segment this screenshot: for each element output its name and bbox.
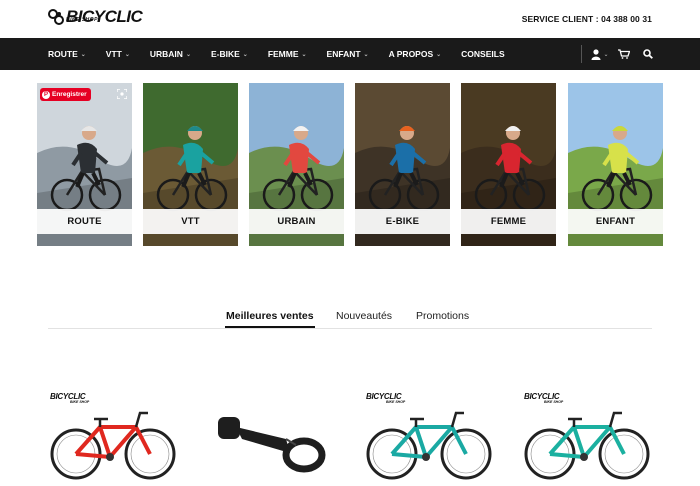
chevron-down-icon: ⌄: [301, 51, 307, 58]
category-tile-enfant[interactable]: ENFANT: [568, 83, 663, 246]
nav-item-label: A PROPOS: [388, 49, 434, 59]
visual-search-icon[interactable]: [117, 89, 127, 99]
category-tile-e-bike[interactable]: E-BIKE: [355, 83, 450, 246]
product-card[interactable]: BICYCLIC BIKE SHOP: [364, 385, 494, 486]
category-tile-urbain[interactable]: URBAIN: [249, 83, 344, 246]
pinterest-icon: P: [42, 90, 50, 99]
category-tile-vtt[interactable]: VTT: [143, 83, 238, 246]
nav-item-label: E-BIKE: [210, 49, 240, 59]
chevron-down-icon: ⌄: [185, 51, 191, 58]
tab-meilleures-ventes[interactable]: Meilleures ventes: [226, 310, 314, 322]
site-header: BICYCLIC BIKE SHOP SERVICE CLIENT : 04 3…: [0, 0, 700, 38]
chevron-down-icon: ⌄: [603, 51, 609, 58]
product-card[interactable]: BICYCLIC BIKE SHOP: [48, 385, 178, 486]
nav-item-enfant[interactable]: ENFANT ⌄: [317, 38, 379, 70]
category-label: URBAIN: [249, 209, 344, 234]
main-navigation: ROUTE ⌄ VTT ⌄ URBAIN ⌄ E-BIKE ⌄ FEMME ⌄ ENFANT ⌄ A P…: [0, 38, 700, 70]
pinterest-save-label: Enregistrer: [52, 91, 87, 98]
customer-service-phone[interactable]: SERVICE CLIENT : 04 388 00 31: [522, 14, 652, 24]
category-tiles: ROUTE P Enregistrer VTT URBAIN E-BIKE FEMME ENF…: [37, 83, 663, 246]
tab-nouveautés[interactable]: Nouveautés: [336, 310, 392, 322]
chevron-down-icon: ⌄: [436, 51, 442, 58]
chevron-down-icon: ⌄: [242, 51, 248, 58]
nav-item-route[interactable]: ROUTE ⌄: [38, 38, 96, 70]
logo-subtitle: BIKE SHOP: [66, 17, 99, 23]
nav-item-vtt[interactable]: VTT ⌄: [96, 38, 140, 70]
product-image: [366, 411, 492, 480]
chevron-down-icon: ⌄: [363, 51, 369, 58]
nav-item-a-propos[interactable]: A PROPOS ⌄: [379, 38, 452, 70]
pinterest-save-button[interactable]: P Enregistrer: [40, 88, 91, 101]
nav-item-label: ENFANT: [326, 49, 361, 59]
product-image: [524, 411, 650, 480]
nav-item-label: FEMME: [267, 49, 299, 59]
nav-item-urbain[interactable]: URBAIN ⌄: [140, 38, 201, 70]
category-label: ROUTE: [37, 209, 132, 234]
active-tab-indicator: [225, 326, 315, 328]
tab-promotions[interactable]: Promotions: [416, 310, 469, 322]
chevron-down-icon: ⌄: [124, 51, 130, 58]
nav-item-conseils[interactable]: CONSEILS: [451, 38, 514, 70]
product-card[interactable]: BICYCLIC BIKE SHOP: [522, 385, 652, 486]
bicycle-logo-icon: [48, 9, 64, 25]
nav-actions: ⌄: [581, 38, 660, 70]
search-icon[interactable]: [636, 38, 660, 70]
nav-item-label: CONSEILS: [461, 49, 505, 59]
product-card[interactable]: [206, 385, 336, 486]
category-label: ENFANT: [568, 209, 663, 234]
nav-item-e-bike[interactable]: E-BIKE ⌄: [201, 38, 258, 70]
nav-menu: ROUTE ⌄ VTT ⌄ URBAIN ⌄ E-BIKE ⌄ FEMME ⌄ ENFANT ⌄ A P…: [38, 38, 515, 70]
product-image: [50, 411, 176, 480]
category-label: E-BIKE: [355, 209, 450, 234]
chevron-down-icon: ⌄: [80, 51, 86, 58]
nav-item-label: ROUTE: [48, 49, 78, 59]
nav-item-label: VTT: [105, 49, 122, 59]
cart-icon[interactable]: [612, 38, 636, 70]
nav-divider: [581, 45, 582, 63]
category-label: FEMME: [461, 209, 556, 234]
product-image: [218, 417, 326, 473]
nav-item-label: URBAIN: [149, 49, 183, 59]
category-label: VTT: [143, 209, 238, 234]
product-tabs: Meilleures ventes Nouveautés Promotions: [48, 307, 652, 329]
user-icon[interactable]: ⌄: [588, 38, 612, 70]
nav-item-femme[interactable]: FEMME ⌄: [258, 38, 317, 70]
category-tile-route[interactable]: ROUTE P Enregistrer: [37, 83, 132, 246]
category-tile-femme[interactable]: FEMME: [461, 83, 556, 246]
